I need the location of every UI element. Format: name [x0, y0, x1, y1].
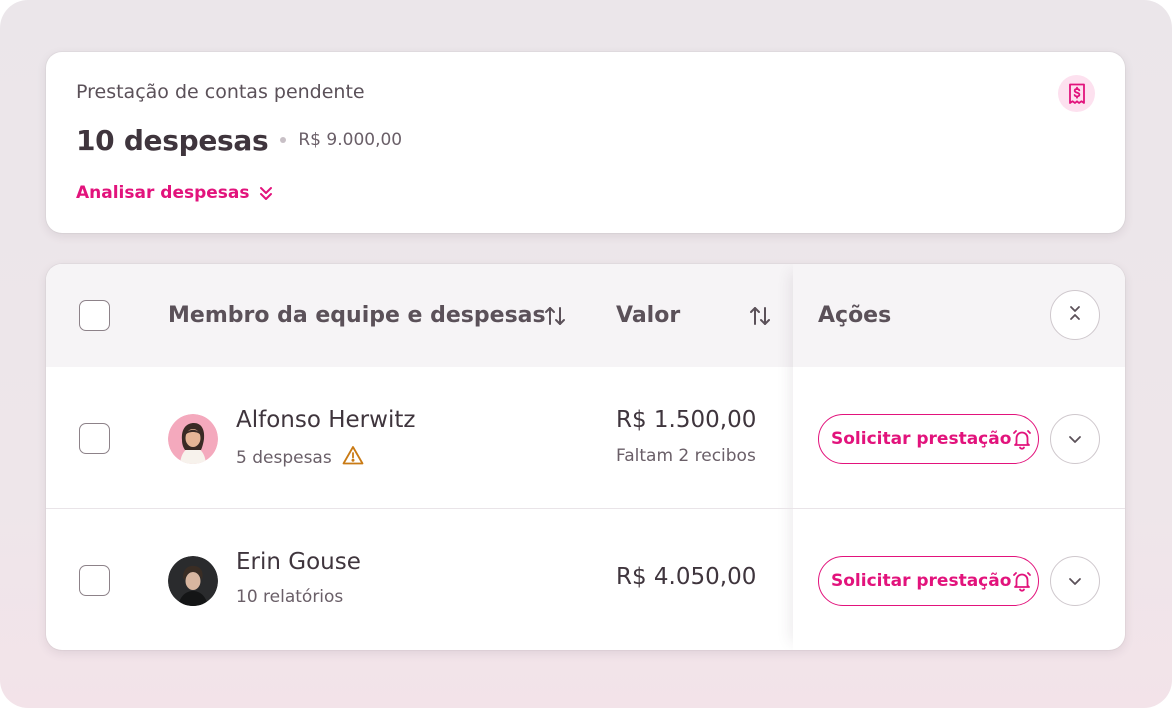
analyze-expenses-label: Analisar despesas — [76, 183, 250, 203]
expense-value: R$ 4.050,00 — [616, 564, 757, 590]
column-header-actions: Ações — [818, 303, 892, 328]
expense-count: 5 despesas — [236, 447, 332, 468]
row-checkbox[interactable] — [79, 423, 110, 454]
collapse-chevrons-icon — [1067, 304, 1083, 326]
row-checkbox[interactable] — [79, 565, 110, 596]
expand-row-button[interactable] — [1050, 414, 1100, 464]
bell-ring-icon — [1011, 428, 1033, 450]
bell-ring-icon — [1011, 570, 1033, 592]
app-frame: Prestação de contas pendente 10 despesas… — [0, 0, 1172, 708]
member-name: Alfonso Herwitz — [236, 407, 416, 433]
row-divider — [46, 508, 1125, 509]
summary-amount: R$ 9.000,00 — [298, 130, 403, 150]
avatar — [168, 414, 218, 464]
column-header-value[interactable]: Valor — [616, 264, 680, 367]
collapse-all-button[interactable] — [1050, 290, 1100, 340]
member-name: Erin Gouse — [236, 549, 361, 575]
request-button-label: Solicitar prestação — [831, 571, 1012, 591]
column-header-member[interactable]: Membro da equipe e despesas — [168, 264, 546, 367]
sort-icon[interactable] — [543, 305, 567, 327]
report-count: 10 relatórios — [236, 587, 344, 607]
summary-totals: 10 despesas R$ 9.000,00 — [76, 123, 402, 157]
sort-icon[interactable] — [748, 305, 772, 327]
request-accountability-button[interactable]: Solicitar prestação — [818, 414, 1039, 464]
warning-icon — [342, 445, 364, 470]
receipt-dollar-icon — [1058, 75, 1095, 112]
request-button-label: Solicitar prestação — [831, 429, 1012, 449]
separator-dot — [280, 137, 287, 143]
avatar — [168, 556, 218, 606]
member-subtitle: 5 despesas — [236, 445, 364, 470]
double-chevron-down-icon — [258, 185, 274, 201]
summary-count: 10 despesas — [76, 123, 269, 157]
expand-row-button[interactable] — [1050, 556, 1100, 606]
expenses-table: Membro da equipe e despesas Valor Ações — [46, 264, 1125, 650]
analyze-expenses-link[interactable]: Analisar despesas — [76, 183, 274, 203]
summary-title: Prestação de contas pendente — [76, 81, 365, 103]
select-all-checkbox[interactable] — [79, 300, 110, 331]
member-subtitle: 10 relatórios — [236, 587, 343, 607]
chevron-down-icon — [1067, 430, 1083, 449]
pending-summary-card: Prestação de contas pendente 10 despesas… — [46, 52, 1125, 233]
value-note: Faltam 2 recibos — [616, 446, 756, 466]
chevron-down-icon — [1067, 572, 1083, 591]
request-accountability-button[interactable]: Solicitar prestação — [818, 556, 1039, 606]
expense-value: R$ 1.500,00 — [616, 407, 757, 433]
